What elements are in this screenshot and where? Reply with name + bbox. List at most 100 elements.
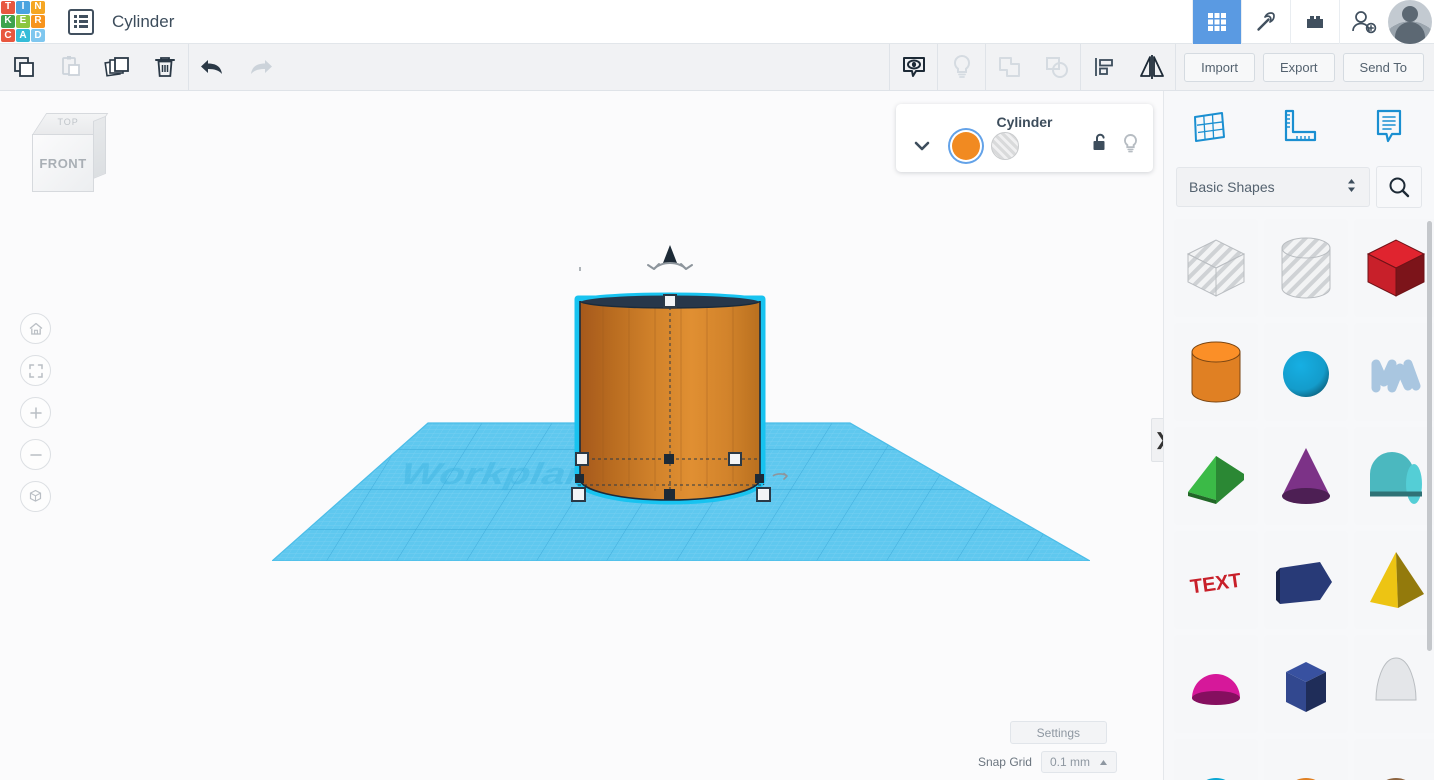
mirror-flip-icon[interactable] xyxy=(1128,44,1175,90)
hole-swatch[interactable] xyxy=(991,132,1019,160)
handle-corner-bl-inner[interactable] xyxy=(575,474,584,483)
shape-thumb-blue-sphere[interactable] xyxy=(1264,323,1348,421)
shape-thumb-blue-hex-prism[interactable] xyxy=(1264,635,1348,733)
logo-tile-c: C xyxy=(1,29,15,42)
shape-thumb-hole-box[interactable] xyxy=(1174,219,1258,317)
shape-thumb-yellow-pyramid[interactable] xyxy=(1354,531,1434,629)
snap-grid-row: Snap Grid 0.1 mm xyxy=(978,751,1117,773)
shape-thumb-purple-cone[interactable] xyxy=(1264,427,1348,525)
blocks-brick-icon[interactable] xyxy=(1290,0,1339,44)
search-icon[interactable] xyxy=(1376,166,1422,208)
handle-bottom-center[interactable] xyxy=(664,489,675,500)
svg-text:TEXT: TEXT xyxy=(1189,570,1243,599)
group-shapes-icon[interactable] xyxy=(986,44,1033,90)
file-actions: Import Export Send To xyxy=(1176,53,1434,82)
view-cube-front-face[interactable]: FRONT xyxy=(32,134,94,192)
shape-thumb-red-box[interactable] xyxy=(1354,219,1434,317)
rotate-handle-icon[interactable] xyxy=(648,263,692,269)
ungroup-shapes-icon[interactable] xyxy=(1033,44,1080,90)
send-to-button[interactable]: Send To xyxy=(1343,53,1424,82)
top-bar: TINKERCAD Cylinder xyxy=(0,0,1434,44)
view-cube-side-face[interactable] xyxy=(93,116,106,179)
shape-inspector-panel[interactable]: Cylinder xyxy=(896,104,1153,172)
tinker-pickaxe-icon[interactable] xyxy=(1241,0,1290,44)
logo-tile-t: T xyxy=(1,1,15,14)
add-user-icon[interactable] xyxy=(1339,0,1388,44)
shape-thumb-orange-cylinder[interactable] xyxy=(1174,323,1258,421)
handle-corner-bottom-right[interactable] xyxy=(757,488,770,501)
height-arrow-handle[interactable] xyxy=(663,245,677,263)
zoom-in-icon[interactable] xyxy=(20,397,51,428)
shapes-panel: Basic Shapes TEXT xyxy=(1163,91,1434,780)
shapes-grid[interactable]: TEXT xyxy=(1164,219,1434,780)
shape-category-select[interactable]: Basic Shapes xyxy=(1176,167,1370,207)
export-button[interactable]: Export xyxy=(1263,53,1335,82)
undo-icon[interactable] xyxy=(189,44,236,90)
duplicate-icon[interactable] xyxy=(94,44,141,90)
top-bar-right-controls xyxy=(1192,0,1434,44)
3d-canvas[interactable]: TOP FRONT xyxy=(0,91,1163,780)
handle-corner-bottom-left[interactable] xyxy=(572,488,585,501)
snap-grid-label: Snap Grid xyxy=(978,755,1032,769)
shape-thumb-green-roof[interactable] xyxy=(1174,427,1258,525)
note-icon[interactable] xyxy=(1344,105,1434,149)
shape-thumb-white-paraboloid[interactable] xyxy=(1354,635,1434,733)
align-icon[interactable] xyxy=(1081,44,1128,90)
handle-mid-right[interactable] xyxy=(729,453,741,465)
handle-top-center[interactable] xyxy=(664,295,676,307)
redo-icon[interactable] xyxy=(236,44,283,90)
select-stepper-icon xyxy=(1346,177,1357,197)
shape-thumb-brown-shape[interactable] xyxy=(1354,739,1434,780)
light-bulb-icon[interactable] xyxy=(1122,133,1139,159)
shape-thumb-orange-shape[interactable] xyxy=(1264,739,1348,780)
delete-trash-icon[interactable] xyxy=(141,44,188,90)
inspector-actions xyxy=(1091,133,1139,159)
view-nav-buttons xyxy=(20,313,52,523)
chevron-up-icon xyxy=(1099,759,1108,766)
selected-cylinder-shape[interactable] xyxy=(571,287,758,492)
logo-tile-d: D xyxy=(31,29,45,42)
shape-thumb-navy-polygon[interactable] xyxy=(1264,531,1348,629)
light-bulb-icon[interactable] xyxy=(938,44,985,90)
shape-thumb-teal-tube[interactable] xyxy=(1354,427,1434,525)
solid-color-swatch[interactable] xyxy=(952,132,980,160)
ruler-icon[interactable] xyxy=(1254,106,1344,148)
snap-grid-dropdown[interactable]: 0.1 mm xyxy=(1041,751,1117,773)
ortho-perspective-icon[interactable] xyxy=(20,481,51,512)
snap-grid-value: 0.1 mm xyxy=(1050,755,1090,769)
logo-tile-n: N xyxy=(31,1,45,14)
chevron-down-icon[interactable] xyxy=(910,141,934,152)
handle-mid-left[interactable] xyxy=(576,453,588,465)
panel-header-icons xyxy=(1164,91,1434,163)
shape-thumb-scribble[interactable] xyxy=(1354,323,1434,421)
logo-tile-k: K xyxy=(1,15,15,28)
view-cube-front-label: FRONT xyxy=(39,156,86,171)
shape-thumb-hole-cylinder[interactable] xyxy=(1264,219,1348,317)
view-cube[interactable]: TOP FRONT xyxy=(22,113,104,195)
logo-tile-e: E xyxy=(16,15,30,28)
handle-center[interactable] xyxy=(664,454,674,464)
import-button[interactable]: Import xyxy=(1184,53,1255,82)
unlock-padlock-icon[interactable] xyxy=(1091,133,1109,159)
logo-tile-r: R xyxy=(31,15,45,28)
handle-corner-br-inner[interactable] xyxy=(755,474,764,483)
paste-icon[interactable] xyxy=(47,44,94,90)
settings-button[interactable]: Settings xyxy=(1010,721,1107,744)
copy-icon[interactable] xyxy=(0,44,47,90)
show-hide-eye-icon[interactable] xyxy=(890,44,937,90)
list-document-icon[interactable] xyxy=(68,9,94,35)
fit-to-view-icon[interactable] xyxy=(20,355,51,386)
tinkercad-logo[interactable]: TINKERCAD xyxy=(0,0,46,44)
shape-thumb-red-text[interactable]: TEXT xyxy=(1174,531,1258,629)
user-avatar[interactable] xyxy=(1388,0,1432,44)
logo-tile-i: I xyxy=(16,1,30,14)
home-view-icon[interactable] xyxy=(20,313,51,344)
shape-thumb-magenta-dome[interactable] xyxy=(1174,635,1258,733)
apps-grid-icon[interactable] xyxy=(1192,0,1241,44)
edit-toolbar: Import Export Send To xyxy=(0,44,1434,91)
shape-thumb-cyan-shape[interactable] xyxy=(1174,739,1258,780)
workplane-grid-icon[interactable] xyxy=(1164,106,1254,148)
shapes-scrollbar[interactable] xyxy=(1427,221,1432,651)
color-swatches xyxy=(952,132,1019,160)
zoom-out-icon[interactable] xyxy=(20,439,51,470)
